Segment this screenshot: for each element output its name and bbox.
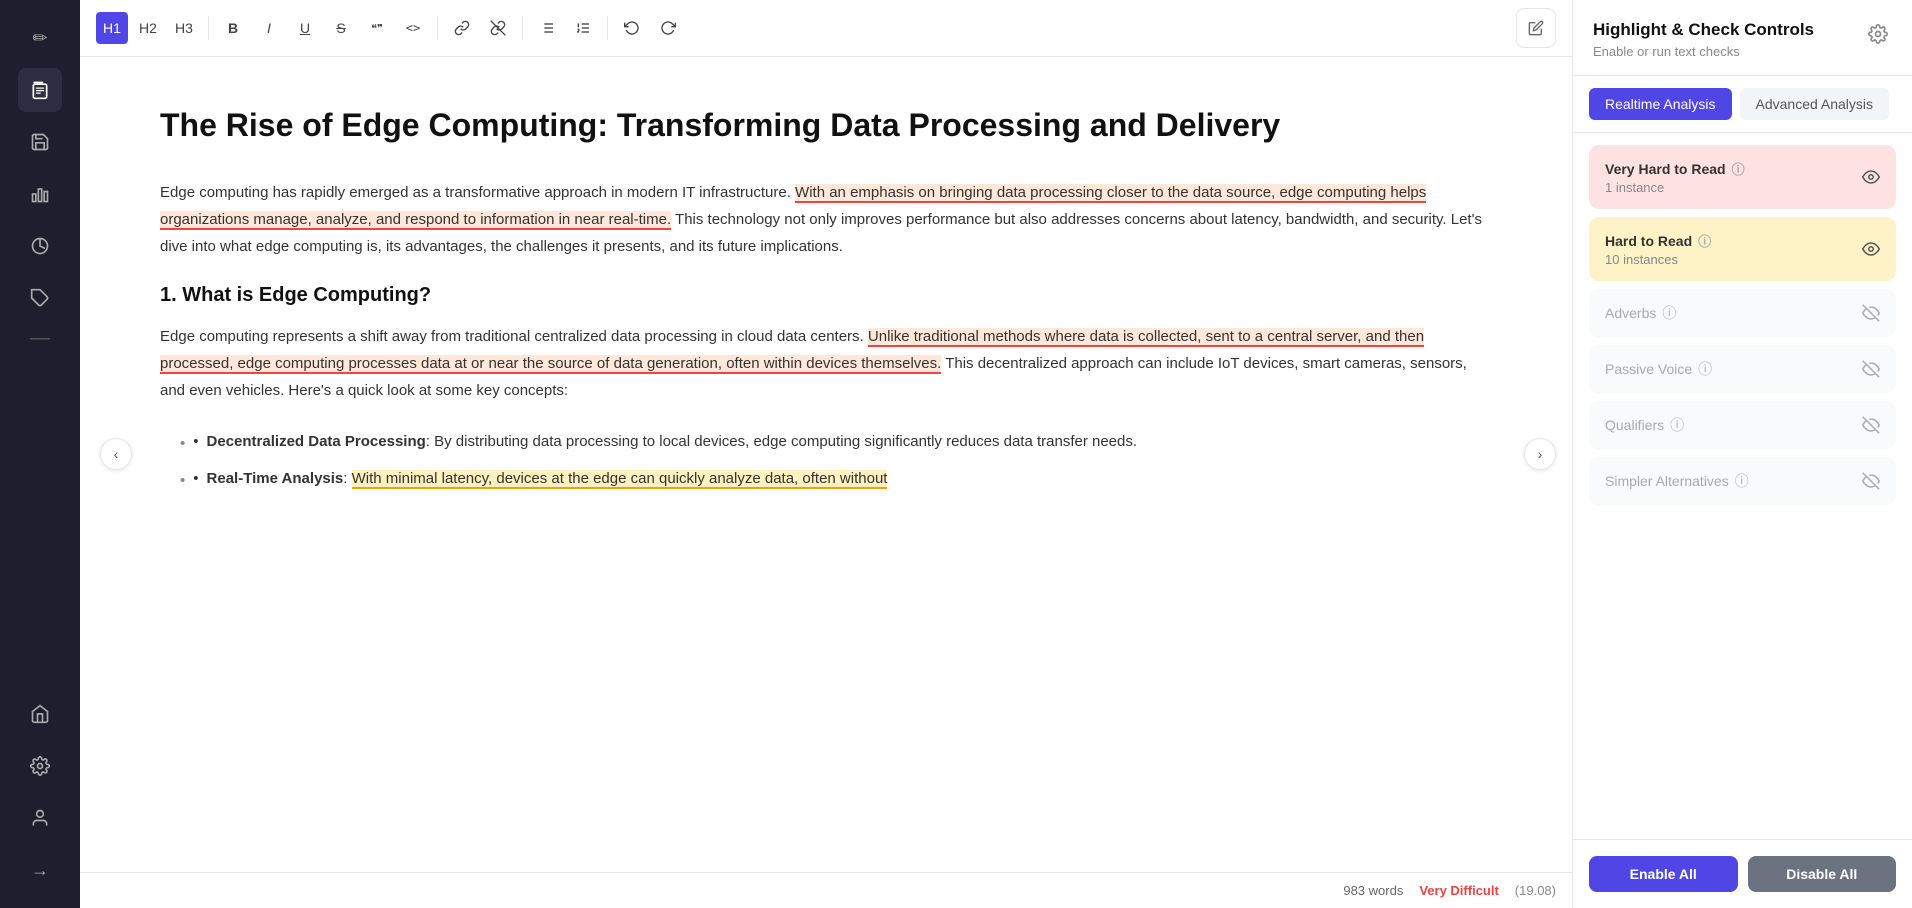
check-qualifiers[interactable]: Qualifiers ⓘ (1589, 401, 1896, 449)
document-list: • Decentralized Data Processing: By dist… (160, 428, 1492, 494)
redo-button[interactable] (652, 12, 684, 44)
list-item-1-bold: Decentralized Data Processing (207, 433, 426, 450)
sidebar-icon-document[interactable] (18, 68, 62, 112)
code-button[interactable]: <> (397, 12, 429, 44)
sidebar-separator: — (18, 328, 62, 348)
check-very-hard-to-read[interactable]: Very Hard to Read ⓘ 1 instance (1589, 145, 1896, 209)
check-adverbs[interactable]: Adverbs ⓘ (1589, 289, 1896, 337)
highlight-orange-2: Unlike traditional methods where data is… (160, 328, 1424, 374)
sidebar-icon-chart[interactable] (18, 172, 62, 216)
sidebar-icon-analytics[interactable] (18, 224, 62, 268)
document-content[interactable]: ‹ › The Rise of Edge Computing: Transfor… (80, 57, 1572, 872)
sidebar-icon-save[interactable] (18, 120, 62, 164)
check-passive-voice-label: Passive Voice ⓘ (1605, 359, 1712, 379)
document-status-bar: 983 words Very Difficult (19.08) (80, 872, 1572, 908)
list-item-1: • Decentralized Data Processing: By dist… (180, 428, 1492, 457)
document-title: The Rise of Edge Computing: Transforming… (160, 105, 1492, 147)
tab-advanced[interactable]: Advanced Analysis (1740, 88, 1890, 120)
right-panel-header: Highlight & Check Controls Enable or run… (1573, 0, 1912, 76)
eye-toggle-passive[interactable] (1862, 360, 1880, 378)
eye-toggle-simpler[interactable] (1862, 472, 1880, 490)
sidebar-icon-home[interactable] (18, 692, 62, 736)
list-item-2: • Real-Time Analysis: With minimal laten… (180, 465, 1492, 494)
check-simpler-alternatives[interactable]: Simpler Alternatives ⓘ (1589, 457, 1896, 505)
section-heading-1: 1. What is Edge Computing? (160, 284, 1492, 307)
check-very-hard-to-read-count: 1 instance (1605, 180, 1745, 195)
check-adverbs-label: Adverbs ⓘ (1605, 303, 1676, 323)
panel-settings-button[interactable] (1864, 20, 1892, 51)
strikethrough-button[interactable]: S (325, 12, 357, 44)
info-icon-passive: ⓘ (1698, 359, 1712, 379)
main-editor-area: H1 H2 H3 B I U S ❝❞ <> (80, 0, 1572, 908)
h2-button[interactable]: H2 (132, 12, 164, 44)
eye-toggle-very-hard[interactable] (1862, 168, 1880, 186)
h1-button[interactable]: H1 (96, 12, 128, 44)
difficulty-score: (19.08) (1515, 883, 1556, 898)
info-icon-qualifiers: ⓘ (1670, 415, 1684, 435)
sidebar-icon-edit[interactable]: ✏ (18, 16, 62, 60)
info-icon-hard: ⓘ (1698, 231, 1711, 250)
paragraph-2: Edge computing represents a shift away f… (160, 323, 1492, 404)
paragraph-1: Edge computing has rapidly emerged as a … (160, 179, 1492, 260)
sidebar-icon-settings[interactable] (18, 744, 62, 788)
tab-realtime[interactable]: Realtime Analysis (1589, 88, 1732, 120)
check-very-hard-to-read-label: Very Hard to Read ⓘ (1605, 159, 1745, 178)
editor-toolbar: H1 H2 H3 B I U S ❝❞ <> (80, 0, 1572, 57)
enable-all-button[interactable]: Enable All (1589, 856, 1738, 892)
check-hard-to-read-count: 10 instances (1605, 252, 1711, 267)
underline-button[interactable]: U (289, 12, 321, 44)
toolbar-divider-3 (522, 16, 523, 40)
right-panel: Highlight & Check Controls Enable or run… (1572, 0, 1912, 908)
toolbar-divider-2 (437, 16, 438, 40)
info-icon-adverbs: ⓘ (1662, 303, 1676, 323)
disable-all-button[interactable]: Disable All (1748, 856, 1897, 892)
left-sidebar: ✏ — → (0, 0, 80, 908)
check-passive-voice[interactable]: Passive Voice ⓘ (1589, 345, 1896, 393)
eye-toggle-hard[interactable] (1862, 240, 1880, 258)
right-panel-title: Highlight & Check Controls (1593, 20, 1814, 40)
italic-button[interactable]: I (253, 12, 285, 44)
check-hard-to-read[interactable]: Hard to Read ⓘ 10 instances (1589, 217, 1896, 281)
checks-list: Very Hard to Read ⓘ 1 instance Hard to R… (1573, 133, 1912, 839)
sidebar-icon-arrow[interactable]: → (18, 848, 62, 892)
bold-button[interactable]: B (217, 12, 249, 44)
quote-button[interactable]: ❝❞ (361, 12, 393, 44)
difficulty-label: Very Difficult (1419, 883, 1498, 898)
sidebar-icon-tag[interactable] (18, 276, 62, 320)
word-count: 983 words (1343, 883, 1403, 898)
info-icon-simpler: ⓘ (1735, 471, 1749, 491)
undo-button[interactable] (616, 12, 648, 44)
eye-toggle-qualifiers[interactable] (1862, 416, 1880, 434)
highlight-orange-1: With an emphasis on bringing data proces… (160, 184, 1426, 230)
nav-arrow-left[interactable]: ‹ (100, 438, 132, 470)
info-icon-very-hard: ⓘ (1732, 159, 1745, 178)
link-button[interactable] (446, 12, 478, 44)
analysis-tabs: Realtime Analysis Advanced Analysis (1573, 76, 1912, 133)
list-item-2-bold: Real-Time Analysis (207, 470, 344, 487)
highlight-yellow-1: With minimal latency, devices at the edg… (352, 470, 888, 489)
check-qualifiers-label: Qualifiers ⓘ (1605, 415, 1684, 435)
check-hard-to-read-label: Hard to Read ⓘ (1605, 231, 1711, 250)
panel-footer: Enable All Disable All (1573, 839, 1912, 908)
h3-button[interactable]: H3 (168, 12, 200, 44)
toolbar-divider-1 (208, 16, 209, 40)
nav-arrow-right[interactable]: › (1524, 438, 1556, 470)
ordered-list-button[interactable] (567, 12, 599, 44)
toolbar-divider-4 (607, 16, 608, 40)
eye-toggle-adverbs[interactable] (1862, 304, 1880, 322)
edit-mode-button[interactable] (1516, 8, 1556, 48)
list-button[interactable] (531, 12, 563, 44)
unlink-button[interactable] (482, 12, 514, 44)
sidebar-icon-user[interactable] (18, 796, 62, 840)
check-simpler-alternatives-label: Simpler Alternatives ⓘ (1605, 471, 1749, 491)
right-panel-subtitle: Enable or run text checks (1593, 44, 1814, 59)
